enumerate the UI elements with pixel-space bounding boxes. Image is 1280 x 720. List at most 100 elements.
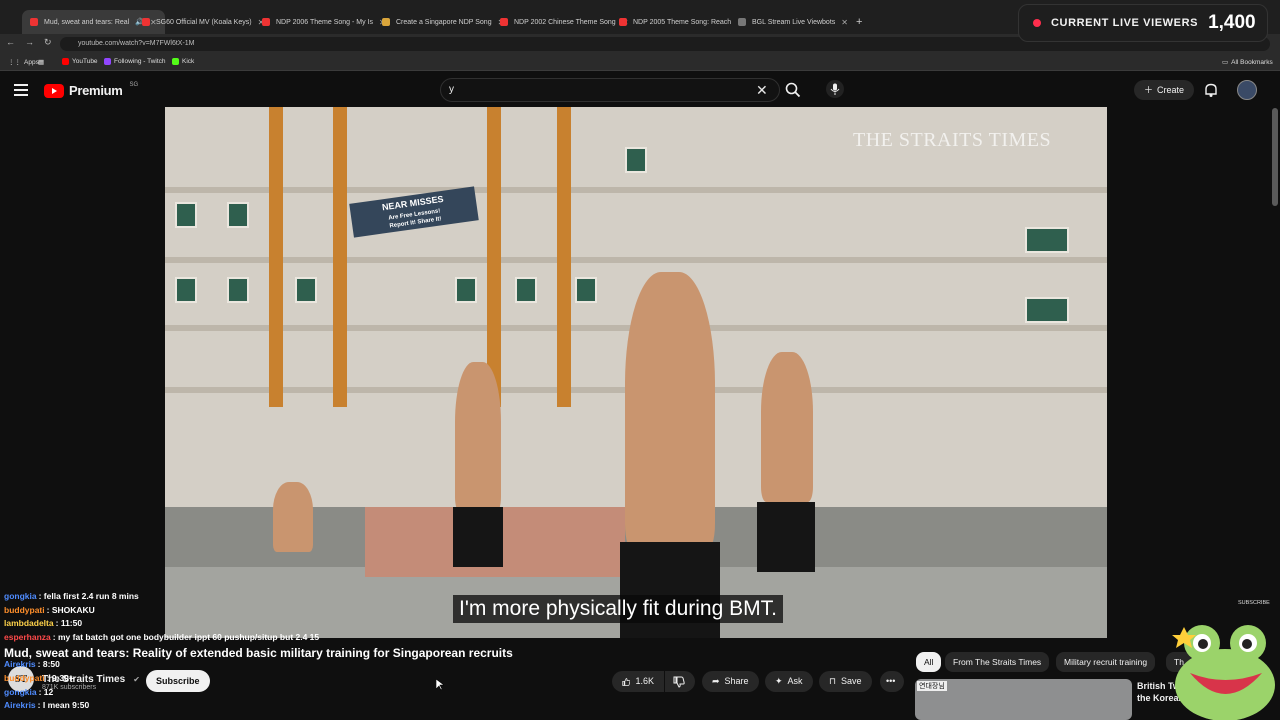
notifications-bell-icon[interactable] bbox=[1203, 82, 1219, 98]
building-window bbox=[1025, 297, 1069, 323]
tab[interactable]: BGL Stream Live Viewbots ✕ bbox=[738, 12, 848, 32]
building-window bbox=[175, 202, 197, 228]
chat-username: esperhanza bbox=[4, 631, 51, 642]
recruit-shorts bbox=[620, 542, 720, 638]
tab-label: NDP 2002 Chinese Theme Song bbox=[514, 18, 616, 26]
chat-text: fella first 2.4 run 8 mins bbox=[43, 591, 139, 601]
chat-text: SHOKAKU bbox=[51, 604, 95, 615]
orange-pillar bbox=[269, 107, 283, 407]
share-button[interactable]: ➦ Share bbox=[702, 671, 759, 692]
chat-text: 12 bbox=[43, 686, 54, 697]
tab[interactable]: NDP 2006 Theme Song - My Is✕ bbox=[262, 12, 386, 32]
youtube-play-icon bbox=[44, 83, 64, 98]
sparkle-icon: ✦ bbox=[775, 676, 783, 686]
youtube-icon bbox=[62, 58, 69, 65]
share-label: Share bbox=[724, 676, 749, 686]
clear-search-icon[interactable]: ✕ bbox=[756, 82, 768, 99]
all-bookmarks[interactable]: ▭ All Bookmarks bbox=[1222, 58, 1273, 67]
plus-icon: ＋ bbox=[1144, 85, 1154, 95]
youtube-favicon-icon bbox=[500, 18, 508, 26]
chip-from-channel[interactable]: From The Straits Times bbox=[945, 652, 1050, 672]
live-dot-icon bbox=[1033, 19, 1041, 27]
stream-chat-overlay: gongkia: fella first 2.4 run 8 mins budd… bbox=[4, 590, 544, 713]
tab[interactable]: Create a Singapore NDP Song✕ bbox=[382, 12, 504, 32]
bookmark-twitch[interactable]: Following - Twitch bbox=[104, 58, 166, 65]
chat-username: Airekris bbox=[4, 700, 36, 711]
tab[interactable]: SG60 Official MV (Koala Keys) ✕ bbox=[142, 12, 264, 32]
close-tab-icon[interactable]: ✕ bbox=[841, 18, 848, 27]
live-viewers-overlay: CURRENT LIVE VIEWERS 1,400 bbox=[1018, 4, 1268, 42]
ask-button[interactable]: ✦ Ask bbox=[765, 671, 813, 692]
search-icon[interactable] bbox=[784, 81, 802, 99]
folder-icon: ▭ bbox=[1222, 59, 1229, 66]
tab-label: Create a Singapore NDP Song bbox=[396, 18, 492, 26]
chat-text: my fat batch got one bodybuilder ippt 60… bbox=[57, 631, 320, 642]
nav-buttons: ← → ↻ bbox=[6, 37, 52, 48]
chat-username: lambdadelta bbox=[4, 618, 54, 629]
create-button[interactable]: ＋ Create bbox=[1134, 80, 1195, 100]
forward-icon[interactable]: → bbox=[25, 37, 34, 48]
related-video-thumbnail[interactable]: 연대장님 bbox=[915, 679, 1132, 720]
page-scrollbar[interactable] bbox=[1272, 108, 1278, 206]
chip-all[interactable]: All bbox=[916, 652, 942, 672]
viewers-count: 1,400 bbox=[1208, 12, 1256, 33]
tab-label: SG60 Official MV (Koala Keys) bbox=[156, 18, 252, 26]
reload-icon[interactable]: ↻ bbox=[44, 37, 52, 48]
tab-groups-icon[interactable]: ▦ bbox=[38, 58, 44, 66]
account-avatar[interactable] bbox=[1237, 80, 1257, 100]
bookmark-apps[interactable]: ⋮⋮ Apps bbox=[8, 58, 39, 67]
chat-username: Airekris bbox=[4, 659, 36, 670]
tab[interactable]: NDP 2002 Chinese Theme Song✕ bbox=[500, 12, 628, 32]
building-window bbox=[227, 277, 249, 303]
chat-message: buddypati: SHOKAKU bbox=[4, 604, 95, 615]
dislike-button[interactable] bbox=[665, 671, 695, 692]
tab-label: NDP 2006 Theme Song - My Is bbox=[276, 18, 374, 26]
search-input[interactable]: y bbox=[440, 78, 780, 102]
tab[interactable]: NDP 2005 Theme Song: Reach✕ bbox=[619, 12, 744, 32]
twitch-icon bbox=[104, 58, 111, 65]
like-count: 1.6K bbox=[635, 676, 654, 686]
youtube-favicon-icon bbox=[262, 18, 270, 26]
like-button[interactable]: 1.6K bbox=[612, 671, 664, 692]
bookmark-icon: ⊓ bbox=[829, 676, 837, 686]
chat-message: Airekris: 8:50 bbox=[4, 659, 60, 670]
chat-message: lambdadelta: 11:50 bbox=[4, 618, 83, 629]
video-player[interactable]: NEAR MISSES Are Free Lessons! Report It!… bbox=[165, 107, 1107, 638]
page-favicon-icon bbox=[382, 18, 390, 26]
apps-grid-icon: ⋮⋮ bbox=[8, 59, 21, 66]
microphone-icon bbox=[830, 83, 840, 95]
new-tab-button[interactable]: + bbox=[856, 16, 862, 28]
chat-text: I mean 9:50 bbox=[42, 700, 90, 711]
tab-label: NDP 2005 Theme Song: Reach bbox=[633, 18, 732, 26]
tab-label: Mud, sweat and tears: Real bbox=[44, 18, 130, 26]
voice-search-button[interactable] bbox=[826, 80, 844, 98]
thumbs-down-icon bbox=[673, 676, 685, 688]
youtube-logo[interactable]: Premium SG bbox=[44, 82, 138, 98]
building-window bbox=[295, 277, 317, 303]
orange-pillar bbox=[487, 107, 501, 407]
save-label: Save bbox=[841, 676, 862, 686]
menu-icon[interactable] bbox=[14, 84, 28, 99]
youtube-favicon-icon bbox=[142, 18, 150, 26]
recruit-center bbox=[625, 272, 715, 552]
chat-message: gongkia: fella first 2.4 run 8 mins bbox=[4, 591, 139, 601]
straits-times-watermark: THE STRAITS TIMES bbox=[853, 129, 1052, 151]
more-actions-button[interactable]: ••• bbox=[880, 671, 904, 692]
chat-message: buddypati: 9:30+ bbox=[4, 672, 74, 683]
save-button[interactable]: ⊓ Save bbox=[819, 671, 872, 692]
chat-username: gongkia bbox=[4, 591, 37, 601]
recruit-right bbox=[761, 352, 813, 502]
back-icon[interactable]: ← bbox=[6, 37, 15, 48]
chip-military[interactable]: Military recruit training bbox=[1056, 652, 1156, 672]
chat-text: 9:30+ bbox=[51, 672, 74, 683]
page-favicon-icon bbox=[738, 18, 746, 26]
bookmark-youtube[interactable]: YouTube bbox=[62, 58, 98, 65]
share-icon: ➦ bbox=[712, 676, 720, 686]
chat-message: esperhanza: my fat batch got one bodybui… bbox=[4, 631, 320, 642]
building-ledge bbox=[165, 257, 1107, 263]
building-ledge bbox=[165, 187, 1107, 193]
create-label: Create bbox=[1157, 85, 1185, 95]
recruit-sitting bbox=[273, 482, 313, 552]
bookmark-kick[interactable]: Kick bbox=[172, 58, 194, 65]
frog-mascot-overlay bbox=[1172, 625, 1275, 720]
